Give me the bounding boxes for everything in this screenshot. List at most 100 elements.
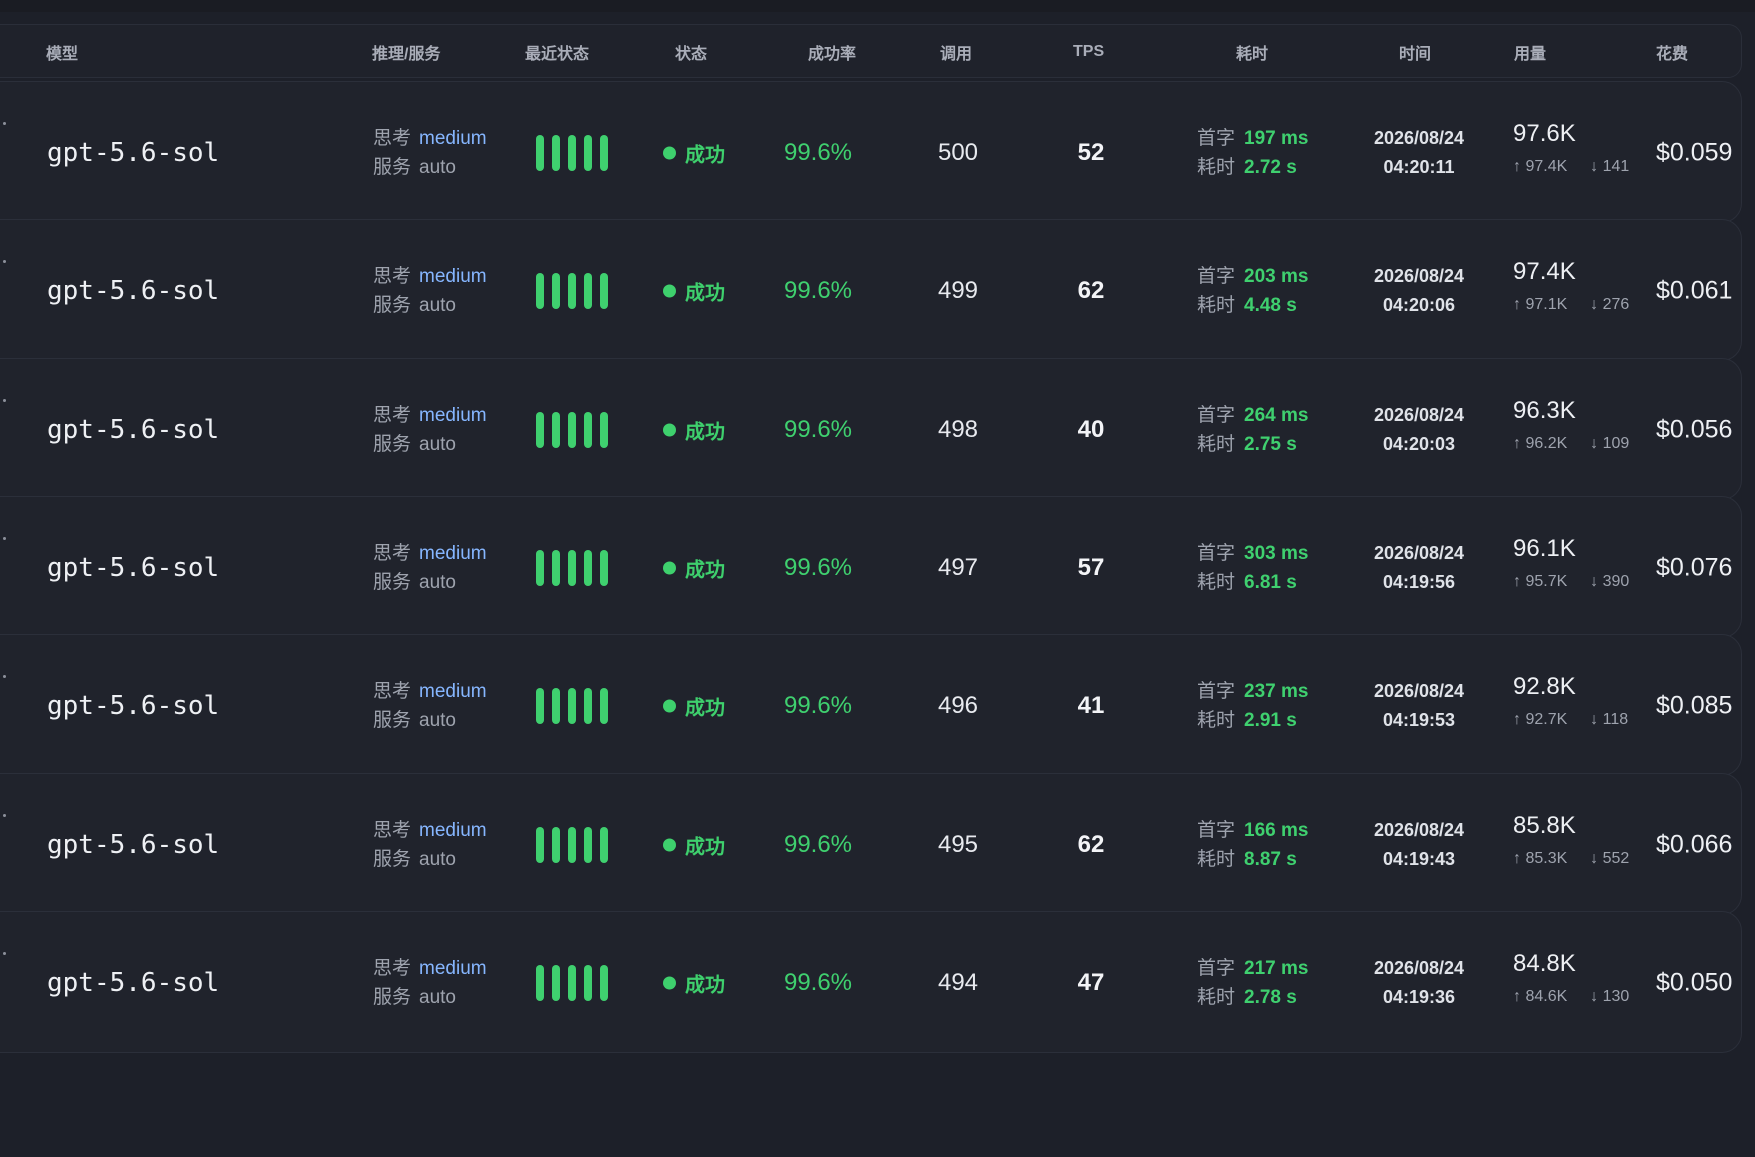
- duration-value: 8.87 s: [1244, 849, 1297, 870]
- table-row[interactable]: gpt-5.6-sol 思考 medium 服务 auto 成功 99.6% 499…: [0, 219, 1742, 361]
- duration-value: 2.91 s: [1244, 710, 1297, 731]
- status-badge: 成功: [663, 969, 725, 998]
- arrow-up-icon: ↑: [1513, 435, 1521, 452]
- header-usage[interactable]: 用量: [1514, 40, 1546, 64]
- model-name: gpt-5.6-sol: [47, 553, 220, 583]
- status-dot-icon: [663, 146, 676, 160]
- usage-io: ↑ 92.7K ↓ 118: [1513, 711, 1628, 729]
- first-token-label: 首字: [1197, 266, 1236, 287]
- duration-value: 4.48 s: [1244, 295, 1297, 316]
- recent-status-bar: [584, 688, 592, 724]
- arrow-up-icon: ↑: [1513, 850, 1521, 867]
- recent-status-bars: [536, 827, 608, 863]
- status-dot-icon: [663, 976, 676, 990]
- header-latency[interactable]: 耗时: [1236, 40, 1268, 64]
- table-row[interactable]: gpt-5.6-sol 思考 medium 服务 auto 成功 99.6% 500…: [0, 81, 1742, 223]
- service-label: 服务: [373, 295, 412, 316]
- recent-status-bar: [600, 135, 608, 171]
- header-model[interactable]: 模型: [46, 40, 78, 64]
- timestamp-date: 2026/08/24: [1373, 405, 1465, 425]
- service-value: auto: [419, 572, 456, 593]
- first-token-label: 首字: [1197, 820, 1236, 841]
- arrow-down-icon: ↓: [1590, 988, 1599, 1005]
- duration-label: 耗时: [1197, 987, 1236, 1008]
- recent-status-bar: [568, 965, 576, 1001]
- duration-value: 6.81 s: [1244, 572, 1297, 593]
- timestamp-time: 04:20:06: [1382, 295, 1456, 315]
- timestamp: 2026/08/24 04:20:06: [1374, 262, 1464, 320]
- reasoning-service: 思考 medium 服务 auto: [373, 124, 487, 182]
- cost-value: $0.056: [1656, 415, 1733, 444]
- cost-value: $0.085: [1656, 691, 1733, 720]
- service-label: 服务: [373, 157, 412, 178]
- recent-status-bar: [584, 965, 592, 1001]
- service-value: auto: [419, 987, 456, 1008]
- thinking-label: 思考: [373, 681, 412, 702]
- usage-total: 96.3K: [1513, 397, 1576, 424]
- recent-status-bar: [568, 412, 576, 448]
- recent-status-bar: [600, 827, 608, 863]
- usage-io: ↑ 96.2K ↓ 109: [1513, 435, 1629, 453]
- thinking-value: medium: [419, 543, 487, 564]
- recent-status-bar: [568, 550, 576, 586]
- arrow-down-icon: ↓: [1590, 850, 1599, 867]
- status-text: 成功: [685, 144, 725, 167]
- tps-value: 40: [1077, 416, 1105, 443]
- timestamp-date: 2026/08/24: [1373, 958, 1465, 978]
- status-dot-icon: [663, 561, 676, 575]
- table-row[interactable]: gpt-5.6-sol 思考 medium 服务 auto 成功 99.6% 496…: [0, 634, 1742, 776]
- recent-status-bar: [536, 273, 544, 309]
- reasoning-service: 思考 medium 服务 auto: [373, 816, 487, 874]
- latency-info: 首字 217 ms 耗时 2.78 s: [1197, 954, 1308, 1012]
- status-text: 成功: [685, 282, 725, 305]
- timestamp: 2026/08/24 04:19:56: [1374, 539, 1464, 597]
- usage-output: 118: [1602, 711, 1629, 728]
- model-name: gpt-5.6-sol: [47, 691, 220, 721]
- success-rate: 99.6%: [783, 554, 853, 581]
- timestamp-time: 04:19:36: [1382, 987, 1456, 1007]
- recent-status-bar: [584, 827, 592, 863]
- recent-status-bars: [536, 412, 608, 448]
- recent-status-bar: [568, 135, 576, 171]
- recent-status-bars: [536, 135, 608, 171]
- token-usage: 96.3K ↑ 96.2K ↓ 109: [1513, 397, 1629, 453]
- header-tps[interactable]: TPS: [1073, 43, 1104, 61]
- first-token-value: 217 ms: [1244, 958, 1309, 979]
- reasoning-service: 思考 medium 服务 auto: [373, 401, 487, 459]
- usage-total: 97.6K: [1513, 120, 1576, 147]
- table-row[interactable]: gpt-5.6-sol 思考 medium 服务 auto 成功 99.6% 498…: [0, 358, 1742, 500]
- header-time[interactable]: 时间: [1399, 40, 1431, 64]
- first-token-value: 166 ms: [1244, 820, 1309, 841]
- header-cost[interactable]: 花费: [1656, 40, 1688, 64]
- tps-value: 62: [1077, 831, 1105, 858]
- header-recent-status[interactable]: 最近状态: [525, 40, 589, 64]
- row-marker: [3, 260, 6, 263]
- duration-value: 2.78 s: [1244, 987, 1297, 1008]
- thinking-label: 思考: [373, 128, 412, 149]
- table-row[interactable]: gpt-5.6-sol 思考 medium 服务 auto 成功 99.6% 497…: [0, 496, 1742, 638]
- usage-io: ↑ 85.3K ↓ 552: [1513, 850, 1629, 868]
- thinking-label: 思考: [373, 543, 412, 564]
- header-calls[interactable]: 调用: [940, 40, 972, 64]
- arrow-down-icon: ↓: [1590, 158, 1599, 175]
- table-row[interactable]: gpt-5.6-sol 思考 medium 服务 auto 成功 99.6% 495…: [0, 773, 1742, 915]
- service-label: 服务: [373, 987, 412, 1008]
- call-count: 499: [937, 277, 979, 304]
- duration-label: 耗时: [1197, 157, 1236, 178]
- status-dot-icon: [663, 284, 676, 298]
- duration-label: 耗时: [1197, 434, 1236, 455]
- status-badge: 成功: [663, 554, 725, 583]
- usage-input: 97.1K: [1525, 296, 1568, 313]
- status-dot-icon: [663, 838, 676, 852]
- header-reasoning-service[interactable]: 推理/服务: [372, 40, 440, 64]
- usage-output: 552: [1602, 850, 1630, 867]
- header-success-rate[interactable]: 成功率: [808, 40, 856, 64]
- timestamp: 2026/08/24 04:20:03: [1374, 401, 1464, 459]
- duration-label: 耗时: [1197, 849, 1236, 870]
- recent-status-bar: [568, 273, 576, 309]
- table-row[interactable]: gpt-5.6-sol 思考 medium 服务 auto 成功 99.6% 494…: [0, 911, 1742, 1053]
- header-status[interactable]: 状态: [675, 40, 707, 64]
- recent-status-bar: [536, 688, 544, 724]
- recent-status-bar: [536, 412, 544, 448]
- recent-status-bar: [536, 965, 544, 1001]
